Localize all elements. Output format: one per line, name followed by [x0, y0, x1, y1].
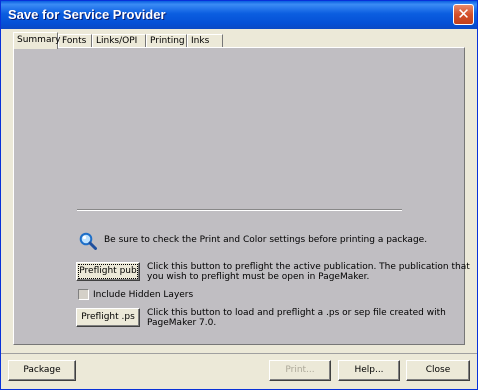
- tab-inks[interactable]: Inks: [187, 34, 223, 48]
- include-hidden-layers-label: Include Hidden Layers: [93, 290, 194, 300]
- preflight-ps-desc-line2: PageMaker 7.0.: [147, 318, 217, 328]
- preflight-ps-button[interactable]: Preflight .ps: [76, 308, 140, 327]
- preflight-pub-button[interactable]: Preflight pub: [76, 262, 140, 281]
- help-button[interactable]: Help...: [338, 360, 400, 381]
- package-button[interactable]: Package: [8, 360, 76, 381]
- preflight-pub-desc-line1: Click this button to preflight the activ…: [147, 262, 470, 272]
- reminder-text: Be sure to check the Print and Color set…: [104, 235, 428, 245]
- preflight-pub-description: Click this button to preflight the activ…: [147, 262, 470, 282]
- tab-links-opi[interactable]: Links/OPI: [92, 34, 146, 48]
- footer-divider: [1, 353, 477, 354]
- tab-printing[interactable]: Printing: [146, 34, 187, 48]
- title-bar[interactable]: Save for Service Provider ✕: [1, 1, 477, 29]
- print-button[interactable]: Print...: [269, 360, 331, 381]
- preflight-ps-desc-line1: Click this button to load and preflight …: [147, 308, 446, 318]
- close-window-button[interactable]: ✕: [453, 4, 474, 25]
- include-hidden-layers-checkbox[interactable]: [78, 289, 89, 300]
- tab-fonts[interactable]: Fonts: [58, 34, 92, 48]
- summary-panel: [13, 47, 465, 345]
- separator-line: [77, 209, 402, 211]
- window-title: Save for Service Provider: [8, 7, 166, 22]
- magnifier-icon: [79, 232, 97, 250]
- close-button[interactable]: Close: [406, 360, 470, 381]
- tab-summary[interactable]: Summary: [13, 32, 61, 49]
- preflight-ps-description: Click this button to load and preflight …: [147, 308, 446, 328]
- dialog-window: Save for Service Provider ✕ Summary Font…: [0, 0, 478, 390]
- preflight-pub-desc-line2: you wish to preflight must be open in Pa…: [147, 272, 370, 282]
- close-icon: ✕: [457, 5, 470, 23]
